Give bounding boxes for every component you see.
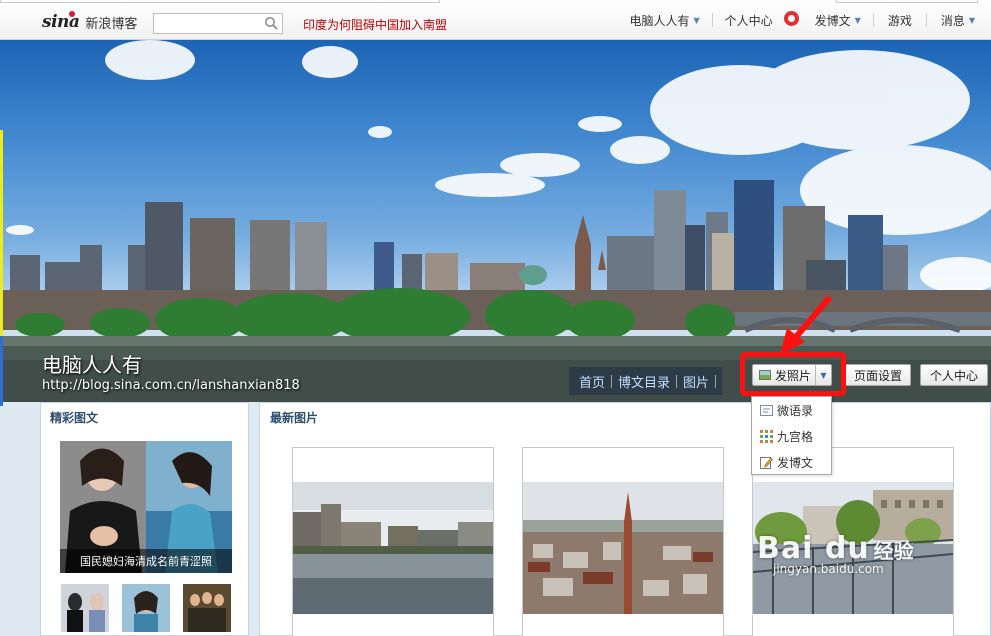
top-edge-left bbox=[0, 0, 440, 3]
menu-item-new-post[interactable]: 发博文 bbox=[752, 449, 831, 475]
nav-games-label: 游戏 bbox=[887, 13, 912, 28]
search-icon[interactable] bbox=[264, 16, 278, 30]
page-root: sina 新浪博客 印度为何阻碍中国加入南盟 电脑人人有 ▼ 个人中心 发博文 bbox=[0, 0, 991, 636]
menu-item-grid-label: 九宫格 bbox=[777, 429, 814, 444]
photo-image bbox=[293, 482, 493, 614]
edit-icon bbox=[760, 456, 773, 469]
nav-messages-label: 消息 bbox=[940, 13, 965, 28]
latest-photos-title: 最新图片 bbox=[270, 411, 319, 425]
blog-banner: 电脑人人有 http://blog.sina.com.cn/lanshanxia… bbox=[0, 40, 991, 402]
blog-nav: 首页 博文目录 图片 bbox=[569, 367, 723, 395]
city-river-photo bbox=[293, 482, 493, 614]
baidu-jingyan-watermark: Bai du 经验 jingyan.baidu.com bbox=[757, 531, 914, 576]
top-nav-menu: 电脑人人有 ▼ 个人中心 发博文 ▼ 游戏 消息 ▼ bbox=[617, 0, 991, 40]
side-decoration bbox=[0, 130, 3, 370]
grid-icon bbox=[760, 429, 773, 443]
sina-blog-logo[interactable]: sina 新浪博客 bbox=[42, 11, 137, 33]
highlight-box bbox=[740, 352, 846, 396]
menu-item-new-post-label: 发博文 bbox=[777, 455, 814, 470]
personal-center-button[interactable]: 个人中心 bbox=[920, 364, 988, 386]
quote-icon bbox=[760, 404, 773, 416]
menu-item-quotes[interactable]: 微语录 bbox=[752, 397, 831, 423]
search-input[interactable] bbox=[154, 14, 254, 33]
nav-blog-owner-label: 电脑人人有 bbox=[629, 13, 690, 28]
chevron-down-icon: ▼ bbox=[854, 15, 861, 25]
thumbnail-image[interactable] bbox=[183, 584, 231, 632]
notification-badge bbox=[783, 11, 799, 26]
nav-personal-center-label: 个人中心 bbox=[724, 13, 773, 28]
thumbnail-photo bbox=[122, 584, 170, 632]
nav-home-link[interactable]: 首页 bbox=[573, 372, 611, 391]
nav-write-post[interactable]: 发博文 ▼ bbox=[803, 0, 873, 40]
top-nav-bar: sina 新浪博客 印度为何阻碍中国加入南盟 电脑人人有 ▼ 个人中心 发博文 bbox=[0, 0, 991, 40]
logo-text: 新浪博客 bbox=[85, 16, 138, 32]
photo-card[interactable] bbox=[292, 447, 494, 636]
side-decoration bbox=[0, 336, 3, 406]
headline-link[interactable]: 印度为何阻碍中国加入南盟 bbox=[303, 16, 447, 33]
nav-article-list-link[interactable]: 博文目录 bbox=[612, 372, 676, 391]
thumbnail-image[interactable] bbox=[61, 584, 109, 632]
featured-caption: 国民媳妇海清成名前青涩照 bbox=[60, 549, 232, 573]
watermark-brand: Bai du bbox=[757, 531, 870, 566]
nav-games[interactable]: 游戏 bbox=[874, 0, 926, 40]
menu-item-grid[interactable]: 九宫格 bbox=[752, 423, 831, 449]
page-settings-button[interactable]: 页面设置 bbox=[845, 364, 911, 386]
thumbnail-image[interactable] bbox=[122, 584, 170, 632]
featured-panel-title: 精彩图文 bbox=[50, 411, 99, 425]
nav-divider bbox=[715, 374, 717, 388]
photo-card[interactable] bbox=[522, 447, 724, 636]
featured-image[interactable]: 国民媳妇海清成名前青涩照 bbox=[60, 441, 232, 573]
thumbnail-photo bbox=[61, 584, 109, 632]
chevron-down-icon: ▼ bbox=[968, 15, 975, 25]
city-skyline-image bbox=[0, 40, 991, 402]
nav-personal-center[interactable]: 个人中心 bbox=[713, 0, 803, 40]
blog-title[interactable]: 电脑人人有 bbox=[42, 349, 142, 378]
city-rooftops-photo bbox=[523, 482, 723, 614]
watermark-url: jingyan.baidu.com bbox=[773, 562, 884, 576]
menu-item-quotes-label: 微语录 bbox=[777, 403, 814, 418]
nav-messages[interactable]: 消息 ▼ bbox=[927, 0, 991, 40]
nav-photos-link[interactable]: 图片 bbox=[677, 372, 715, 391]
sina-logo-mark: sina bbox=[42, 12, 85, 32]
chevron-down-icon: ▼ bbox=[693, 15, 700, 25]
nav-blog-owner[interactable]: 电脑人人有 ▼ bbox=[617, 0, 711, 40]
thumbnail-photo bbox=[183, 584, 231, 632]
photo-image bbox=[523, 482, 723, 614]
nav-write-post-label: 发博文 bbox=[814, 13, 851, 28]
blog-url[interactable]: http://blog.sina.com.cn/lanshanxian818 bbox=[42, 378, 300, 393]
badge-dot-icon bbox=[787, 15, 795, 22]
post-dropdown-menu: 微语录 九宫格 发博文 bbox=[751, 396, 832, 475]
watermark-subtitle: 经验 bbox=[873, 539, 914, 563]
search-box bbox=[153, 13, 283, 34]
